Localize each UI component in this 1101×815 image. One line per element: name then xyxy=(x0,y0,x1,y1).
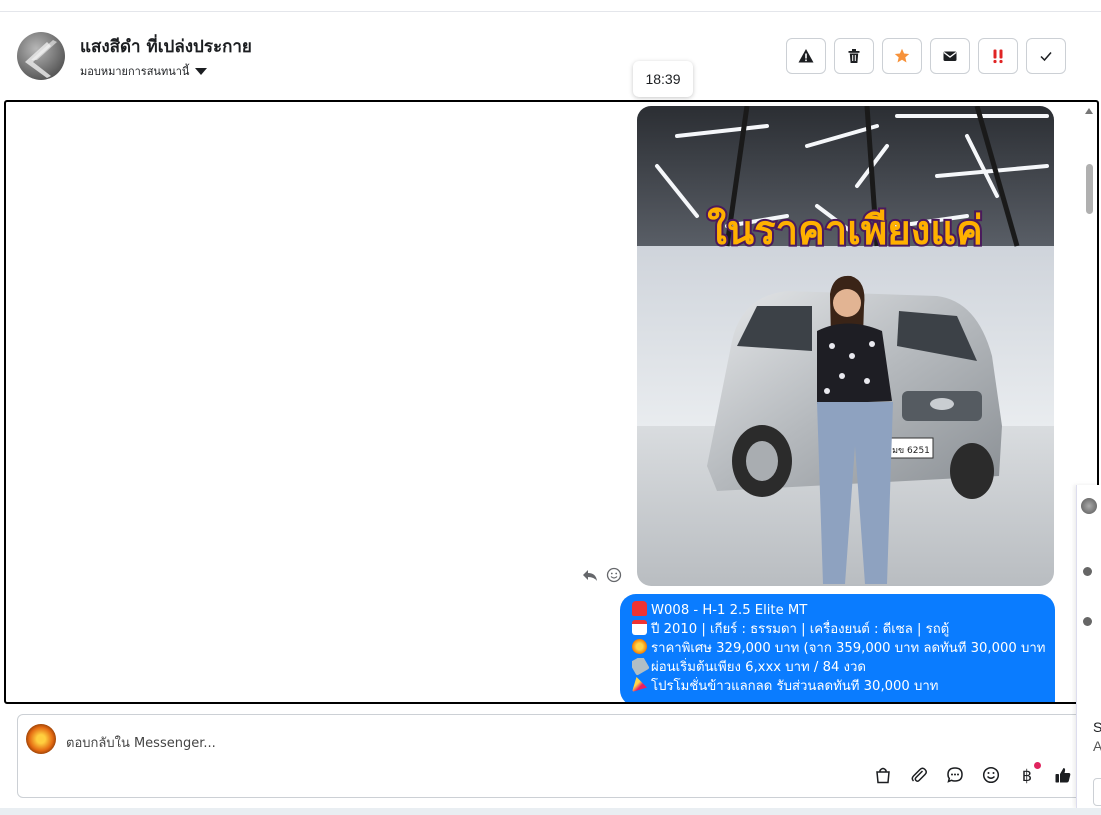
outgoing-message-bubble[interactable]: W008 - H-1 2.5 Elite MT ปี 2010 | เกียร์… xyxy=(620,594,1055,702)
delete-button[interactable] xyxy=(834,38,874,74)
boom-emoji xyxy=(632,639,647,654)
page-avatar xyxy=(26,724,56,754)
check-icon xyxy=(1040,52,1052,62)
message-line-3: ราคาพิเศษ 329,000 บาท (จาก 359,000 บาท ล… xyxy=(632,639,1045,658)
top-bar xyxy=(0,0,1101,12)
message-tools xyxy=(582,567,622,583)
party-emoji xyxy=(632,677,647,692)
report-button[interactable] xyxy=(786,38,826,74)
timestamp-tooltip: 18:39 xyxy=(633,61,693,97)
mark-done-button[interactable] xyxy=(1026,38,1066,74)
mark-spam-button[interactable] xyxy=(978,38,1018,74)
star-icon xyxy=(894,48,910,63)
assign-label: มอบหมายการสนทนานี้ xyxy=(80,65,190,78)
side-text-1: S xyxy=(1093,719,1101,735)
license-plate-text: มข 6251 xyxy=(892,446,930,456)
video-attachment[interactable]: ในราคาเพียงแค่ มข 6251 xyxy=(637,106,1054,586)
contact-name: แสงสีดำ ที่เปล่งประกาย xyxy=(80,37,252,57)
paperclip-icon[interactable] xyxy=(909,765,929,785)
reply-icon[interactable] xyxy=(582,567,598,583)
thumbs-up-icon[interactable] xyxy=(1053,765,1073,785)
car-emoji xyxy=(632,601,647,616)
react-emoji-icon[interactable] xyxy=(606,567,622,583)
message-thread[interactable]: ในราคาเพียงแค่ มข 6251 W008 - H-1 2.5 El… xyxy=(4,100,1099,704)
scrollbar-thumb[interactable] xyxy=(1086,164,1093,214)
side-text-2: A xyxy=(1093,738,1101,754)
shopping-bag-icon[interactable] xyxy=(873,765,893,785)
conversation-actions xyxy=(786,38,1066,74)
baht-symbol: ฿ xyxy=(1021,765,1033,785)
warning-icon xyxy=(798,49,814,63)
message-line-2: ปี 2010 | เกียร์ : ธรรมดา | เครื่องยนต์ … xyxy=(632,620,1045,639)
side-avatar[interactable] xyxy=(1081,498,1097,514)
conversation-header: แสงสีดำ ที่เปล่งประกาย มอบหมายการสนทนานี… xyxy=(0,12,1101,100)
assign-conversation-dropdown[interactable]: มอบหมายการสนทนานี้ xyxy=(80,62,208,80)
emoji-icon[interactable] xyxy=(981,765,1001,785)
side-avatar-small xyxy=(1083,617,1092,626)
message-line-4: ผ่อนเริ่มต้นเพียง 6,xxx บาท / 84 งวด xyxy=(632,658,1045,677)
composer-tools: ฿ xyxy=(873,762,1073,785)
side-panel-edge: S A xyxy=(1076,485,1101,808)
mark-unread-button[interactable] xyxy=(930,38,970,74)
envelope-icon xyxy=(943,51,957,61)
money-emoji xyxy=(632,658,650,676)
baht-icon[interactable]: ฿ xyxy=(1017,762,1041,785)
chat-bubble-icon[interactable] xyxy=(945,765,965,785)
calendar-emoji xyxy=(632,620,647,635)
side-avatar-small xyxy=(1083,567,1092,576)
spam-icon xyxy=(993,49,1003,64)
scroll-up-arrow-icon[interactable] xyxy=(1085,108,1093,114)
chevron-down-icon xyxy=(195,68,208,75)
reply-input[interactable]: ตอบกลับใน Messenger... xyxy=(66,732,216,753)
bottom-bar xyxy=(0,808,1101,815)
message-composer[interactable]: ตอบกลับใน Messenger... ฿ xyxy=(17,714,1082,798)
message-line-5: โปรโมชั่นข้าวแลกลด รับส่วนลดทันที 30,000… xyxy=(632,677,1045,696)
side-panel-box[interactable] xyxy=(1093,778,1101,806)
contact-avatar[interactable] xyxy=(17,32,65,80)
notification-dot xyxy=(1034,762,1041,769)
video-overlay-text: ในราคาเพียงแค่ xyxy=(707,207,983,254)
message-line-1: W008 - H-1 2.5 Elite MT xyxy=(632,601,1045,620)
trash-icon xyxy=(848,49,860,63)
star-button[interactable] xyxy=(882,38,922,74)
